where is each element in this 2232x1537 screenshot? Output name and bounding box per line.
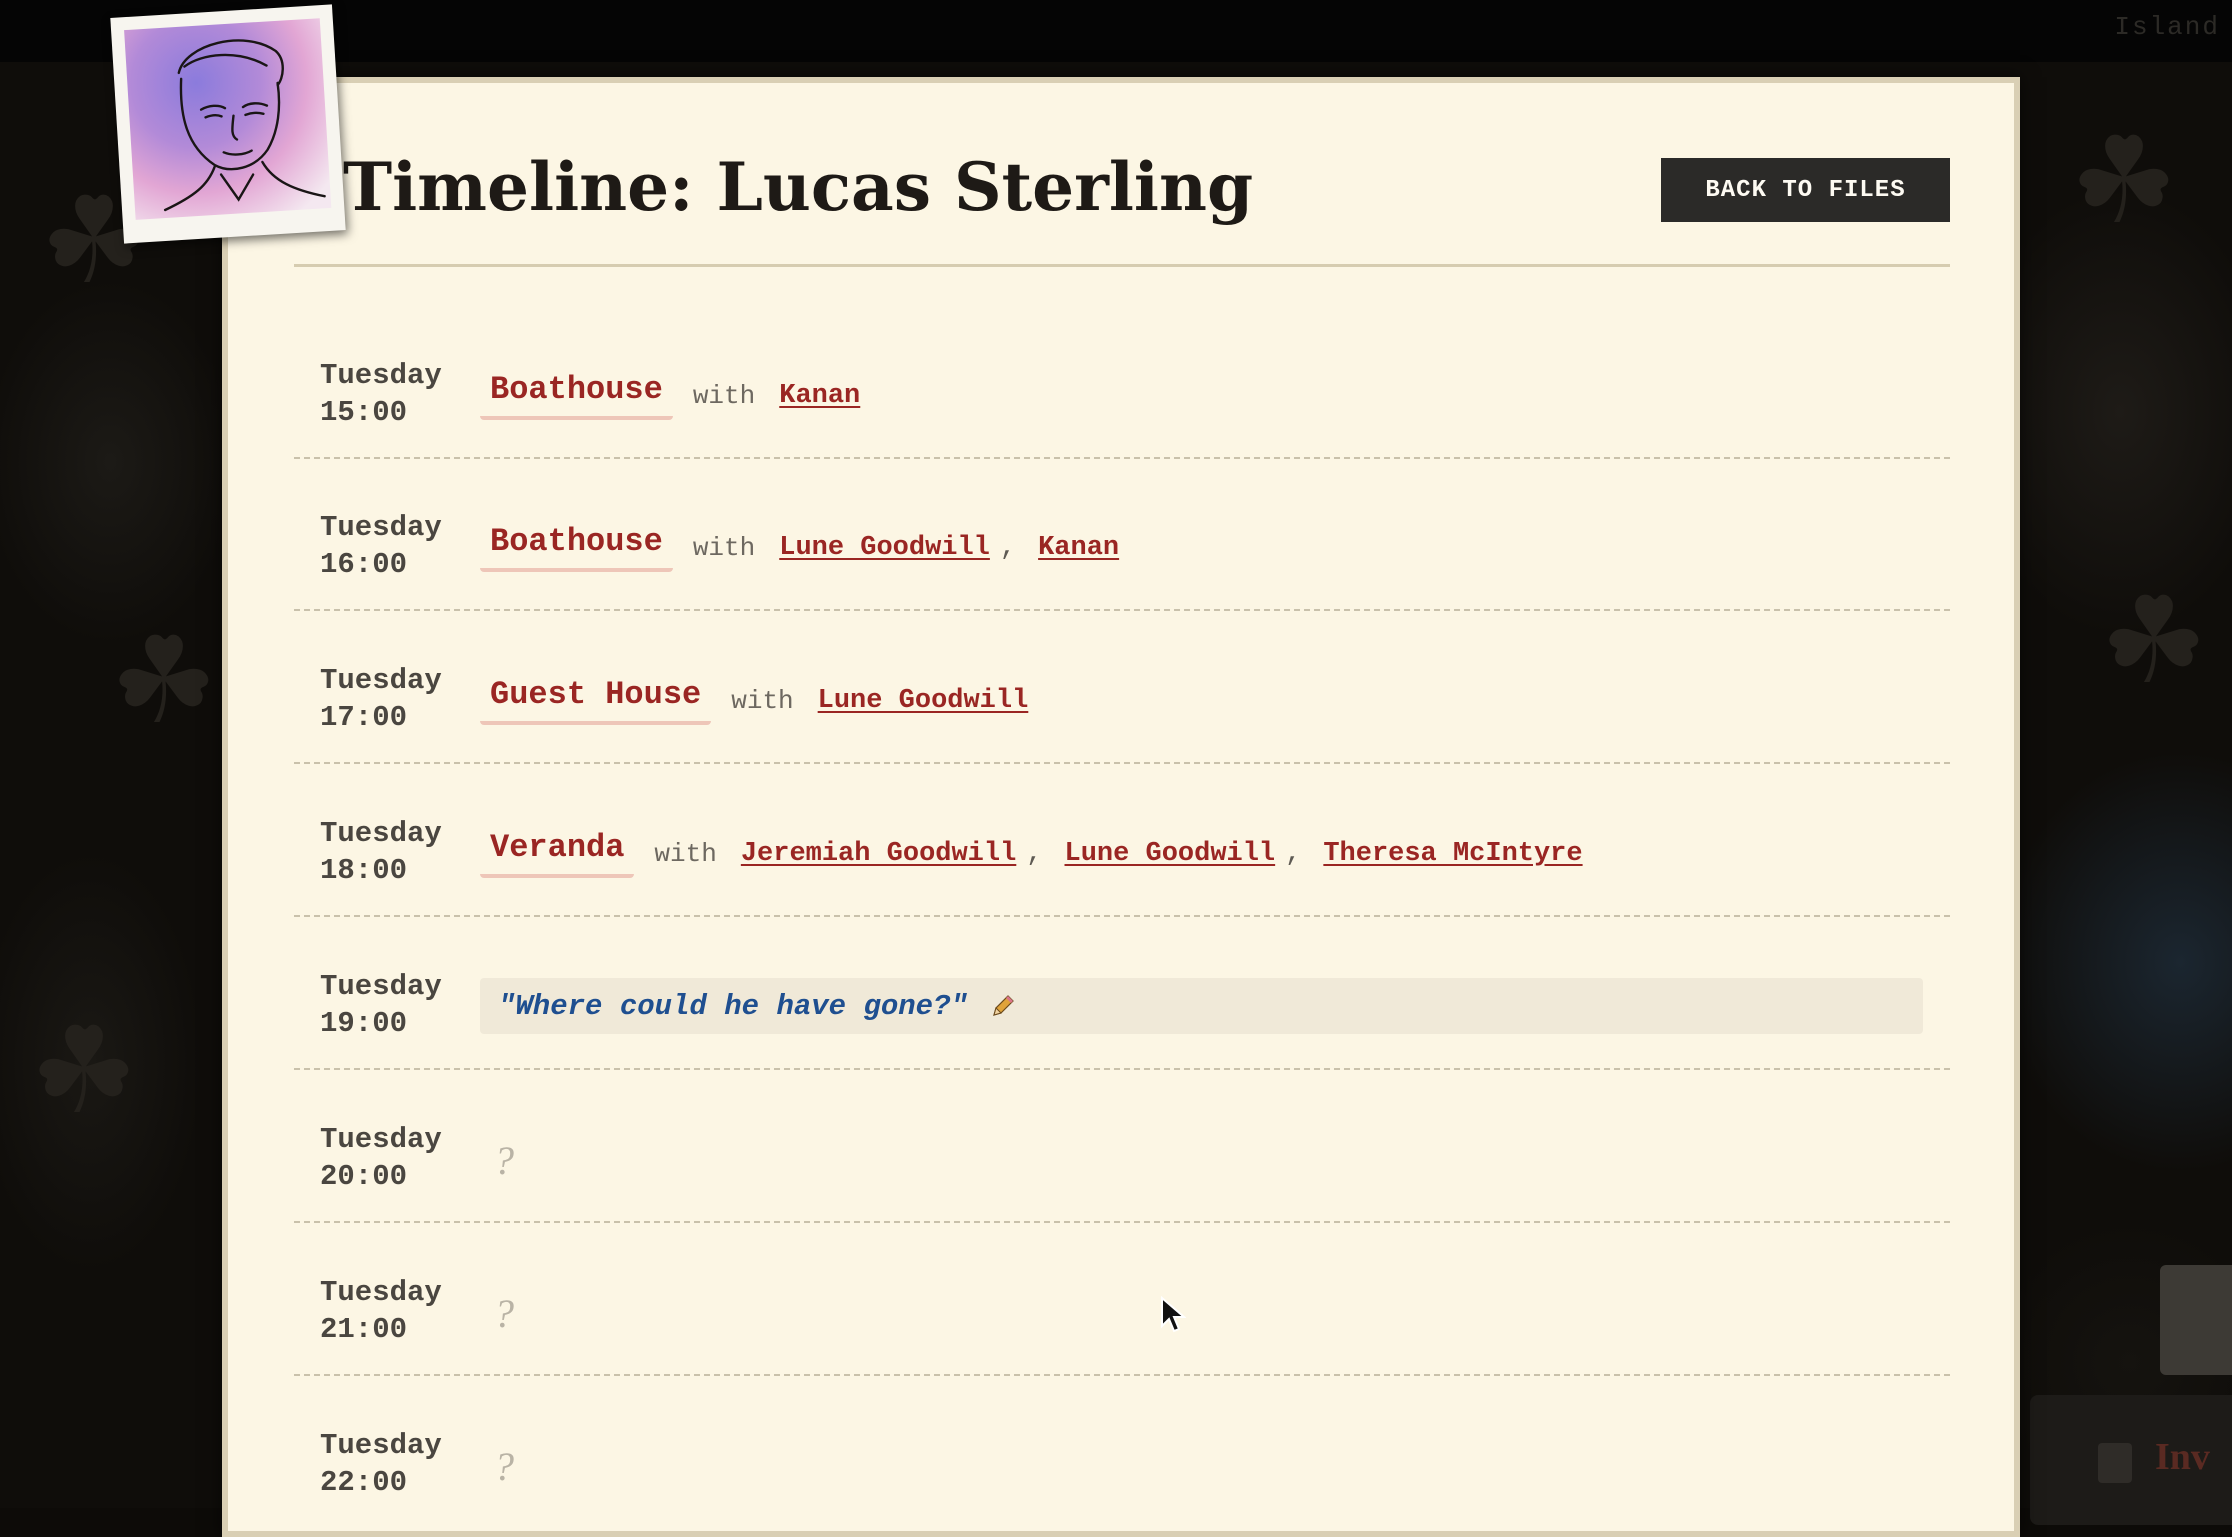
- palm-decoration: ☘: [2100, 572, 2208, 711]
- timeline-entry: Veranda with Jeremiah Goodwill , Lune Go…: [480, 829, 1583, 878]
- person-link[interactable]: Kanan: [779, 381, 860, 411]
- face-sketch-icon: [163, 39, 326, 212]
- note-field[interactable]: "Where could he have gone?": [480, 978, 1923, 1034]
- timeline-entry: Guest House with Lune Goodwill: [480, 676, 1028, 725]
- palm-decoration: ☘: [30, 1002, 138, 1141]
- separator: ,: [1285, 838, 1302, 869]
- day-label: Tuesday: [320, 1429, 442, 1462]
- mouse-cursor-icon: [1161, 1296, 1186, 1333]
- portrait-image: [124, 18, 332, 220]
- location-tag[interactable]: Veranda: [480, 829, 635, 878]
- unknown-entry[interactable]: ?: [494, 1443, 514, 1490]
- person-link[interactable]: Lune Goodwill: [779, 533, 990, 563]
- side-tab[interactable]: [2160, 1265, 2232, 1375]
- page-title: Timeline: Lucas Sterling: [343, 148, 1254, 226]
- time-label: 18:00: [320, 854, 408, 887]
- timeline-row: Tuesday 18:00 Veranda with Jeremiah Good…: [294, 765, 1950, 917]
- inventory-button[interactable]: Inv: [2030, 1395, 2232, 1525]
- time-label: 22:00: [320, 1466, 408, 1499]
- with-label: with: [654, 838, 717, 869]
- person-link[interactable]: Lune Goodwill: [818, 686, 1029, 716]
- day-label: Tuesday: [320, 511, 442, 544]
- timestamp: Tuesday 22:00: [320, 1427, 442, 1501]
- day-label: Tuesday: [320, 970, 442, 1003]
- timestamp: Tuesday 21:00: [320, 1274, 442, 1348]
- person-link[interactable]: Theresa McIntyre: [1323, 839, 1582, 869]
- timestamp: Tuesday 19:00: [320, 968, 442, 1042]
- timestamp: Tuesday 18:00: [320, 815, 442, 889]
- day-label: Tuesday: [320, 664, 442, 697]
- inventory-icon: [2098, 1443, 2132, 1483]
- timestamp: Tuesday 16:00: [320, 509, 442, 583]
- time-label: 20:00: [320, 1160, 408, 1193]
- suspect-portrait: [110, 4, 346, 244]
- time-label: 16:00: [320, 548, 408, 581]
- timeline-row: Tuesday 21:00 ?: [294, 1224, 1950, 1376]
- person-link[interactable]: Jeremiah Goodwill: [741, 839, 1016, 869]
- unknown-entry[interactable]: ?: [494, 1290, 514, 1337]
- timestamp: Tuesday 15:00: [320, 357, 442, 431]
- separator: ,: [999, 532, 1017, 563]
- location-tag[interactable]: Boathouse: [480, 371, 673, 420]
- person-link[interactable]: Kanan: [1038, 533, 1119, 563]
- with-label: with: [692, 380, 756, 411]
- separator: ,: [1026, 838, 1043, 869]
- timeline-row: Tuesday 20:00 ?: [294, 1071, 1950, 1223]
- timeline-row: Tuesday 17:00 Guest House with Lune Good…: [294, 612, 1950, 764]
- palm-decoration: ☘: [2070, 112, 2178, 251]
- inventory-label: Inv: [2155, 1436, 2210, 1478]
- time-label: 15:00: [320, 396, 408, 429]
- time-label: 17:00: [320, 701, 408, 734]
- timeline-entry: Boathouse with Kanan: [480, 371, 860, 420]
- timestamp: Tuesday 17:00: [320, 662, 442, 736]
- location-tag[interactable]: Guest House: [480, 676, 712, 725]
- palm-decoration: ☘: [110, 612, 218, 751]
- pencil-icon[interactable]: [990, 993, 1016, 1019]
- day-label: Tuesday: [320, 817, 442, 850]
- day-label: Tuesday: [320, 359, 442, 392]
- location-tag[interactable]: Boathouse: [480, 523, 673, 572]
- timestamp: Tuesday 20:00: [320, 1121, 442, 1195]
- time-label: 21:00: [320, 1313, 408, 1346]
- back-to-files-button[interactable]: BACK TO FILES: [1661, 158, 1950, 222]
- location-label: Island: [2114, 12, 2220, 42]
- timeline-row: Tuesday 19:00 "Where could he have gone?…: [294, 918, 1950, 1070]
- note-text: "Where could he have gone?": [498, 989, 968, 1023]
- time-label: 19:00: [320, 1007, 408, 1040]
- person-link[interactable]: Lune Goodwill: [1065, 839, 1276, 869]
- title-divider: [294, 264, 1950, 267]
- timeline-row: Tuesday 22:00 ?: [294, 1377, 1950, 1529]
- with-label: with: [731, 685, 794, 716]
- day-label: Tuesday: [320, 1123, 442, 1156]
- with-label: with: [692, 532, 756, 563]
- timeline-entry: Boathouse with Lune Goodwill , Kanan: [480, 523, 1119, 572]
- timeline-row: Tuesday 15:00 Boathouse with Kanan: [294, 307, 1950, 459]
- day-label: Tuesday: [320, 1276, 442, 1309]
- timeline-row: Tuesday 16:00 Boathouse with Lune Goodwi…: [294, 459, 1950, 611]
- unknown-entry[interactable]: ?: [494, 1137, 514, 1184]
